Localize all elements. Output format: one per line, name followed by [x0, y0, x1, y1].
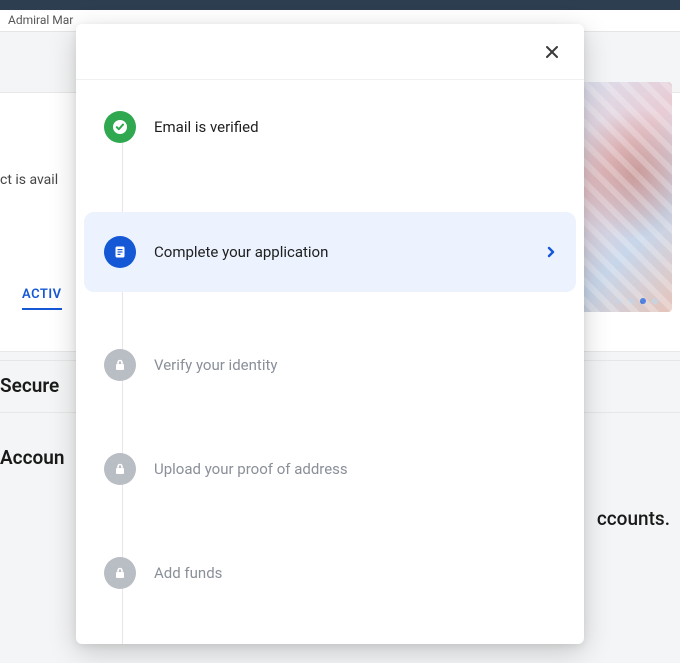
step-email-verified: Email is verified — [104, 108, 556, 146]
lock-icon — [104, 557, 136, 589]
form-icon — [104, 236, 136, 268]
tab-active[interactable]: ACTIV — [22, 287, 62, 310]
carousel-dots[interactable] — [616, 298, 658, 304]
onboarding-modal: Email is verified Complete your applicat… — [76, 24, 584, 644]
step-label: Add funds — [154, 564, 556, 582]
close-button[interactable] — [536, 36, 568, 68]
check-circle-icon — [104, 111, 136, 143]
step-label: Complete your application — [154, 243, 528, 261]
modal-header — [76, 24, 584, 80]
step-proof-of-address: Upload your proof of address — [104, 450, 556, 488]
brand-name: Admiral Mar — [8, 13, 73, 27]
section-secure-heading: Secure — [0, 374, 59, 397]
section-account-heading: Accoun — [0, 446, 64, 469]
chevron-right-icon — [546, 245, 556, 259]
lock-icon — [104, 453, 136, 485]
step-add-funds: Add funds — [104, 554, 556, 592]
bg-availability-text: ct is avail — [0, 172, 58, 188]
lock-icon — [104, 349, 136, 381]
app-topbar — [0, 0, 680, 10]
onboarding-steps: Email is verified Complete your applicat… — [76, 80, 584, 644]
step-verify-identity: Verify your identity — [104, 346, 556, 384]
close-icon — [544, 44, 560, 60]
step-complete-application[interactable]: Complete your application — [84, 212, 576, 292]
accounts-tail-text: ccounts. — [597, 507, 670, 530]
step-label: Upload your proof of address — [154, 460, 556, 478]
step-label: Verify your identity — [154, 356, 556, 374]
step-label: Email is verified — [154, 118, 556, 136]
